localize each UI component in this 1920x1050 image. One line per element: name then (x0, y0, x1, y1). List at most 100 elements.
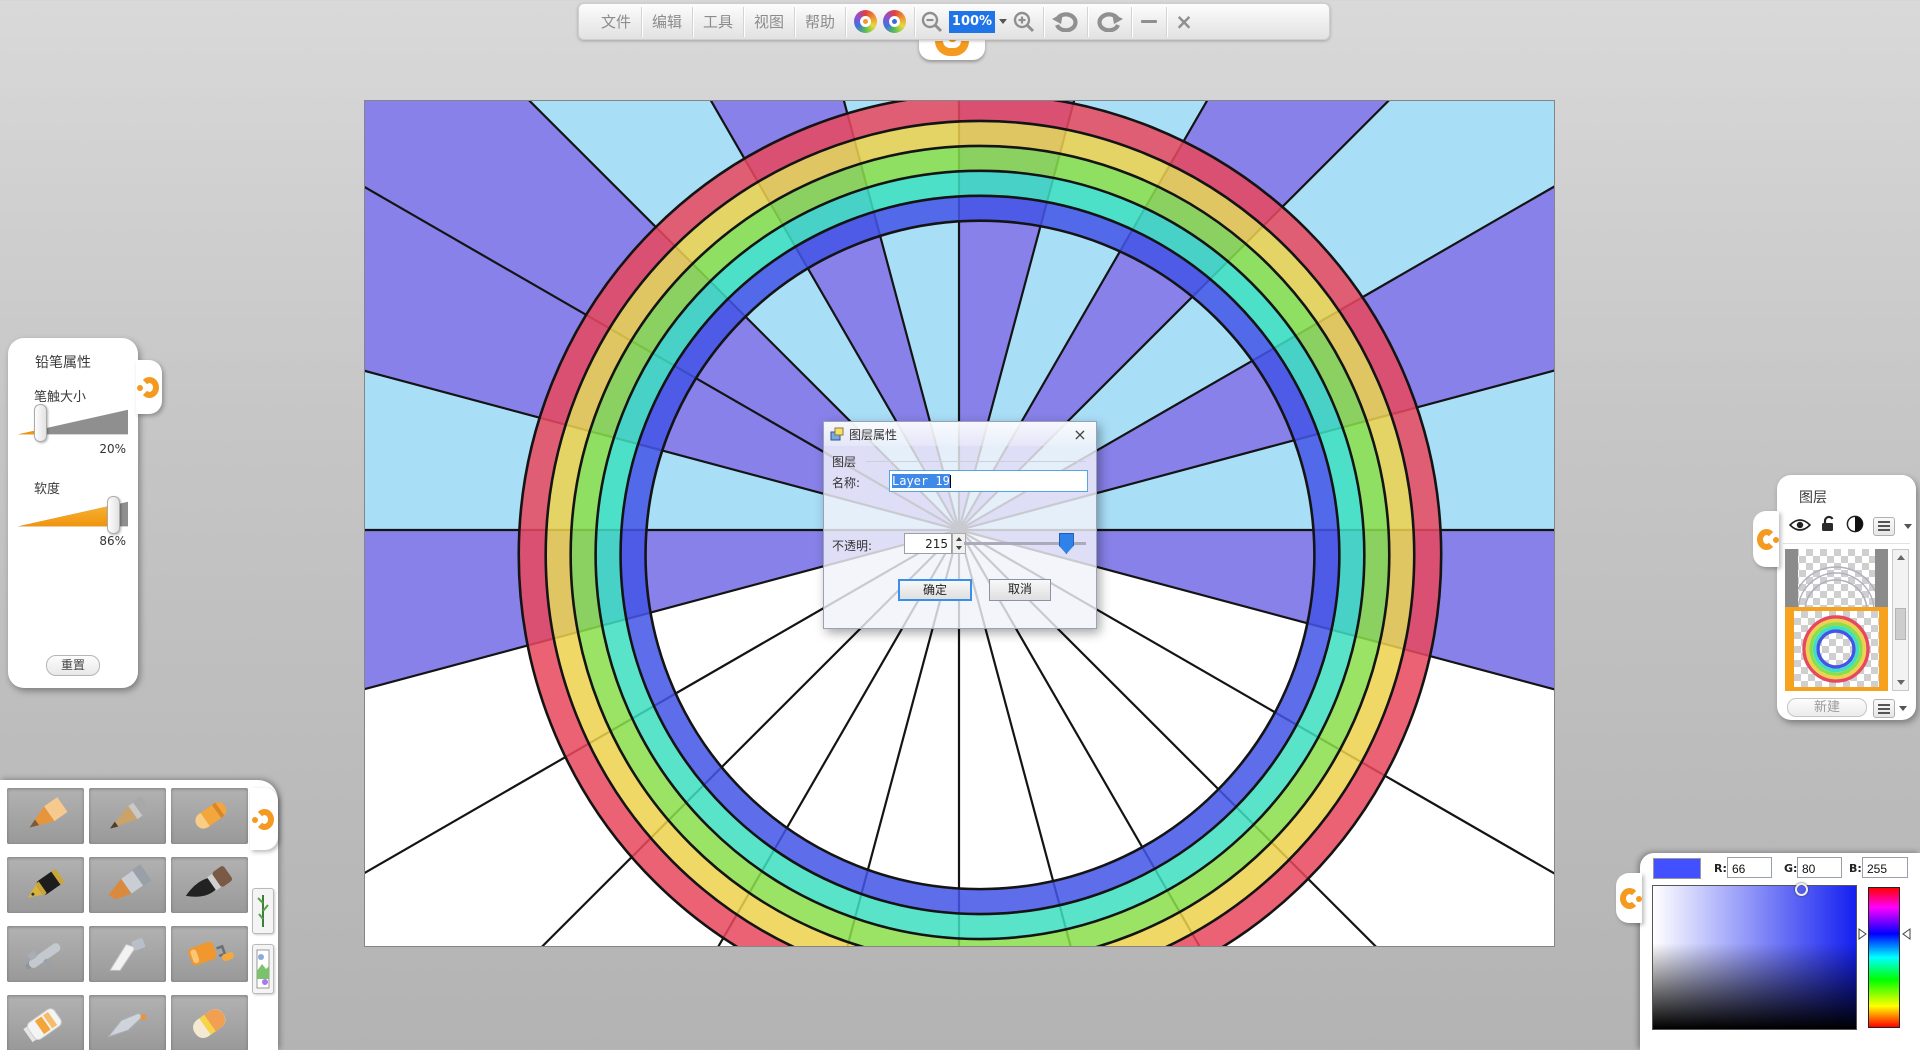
hue-marker-left[interactable] (1858, 928, 1867, 940)
palette-collapse-tab[interactable] (250, 788, 278, 850)
dialog-title: 图层属性 (849, 426, 897, 443)
brush-size-value: 20% (18, 442, 126, 456)
menu-tools[interactable]: 工具 (693, 11, 743, 32)
cancel-button[interactable]: 取消 (989, 579, 1051, 601)
scrollbar-thumb[interactable] (1895, 608, 1906, 640)
menu-edit[interactable]: 编辑 (642, 11, 692, 32)
redo-button[interactable] (1088, 4, 1131, 39)
green-label: G: (1784, 862, 1797, 875)
toolbar-separator (845, 7, 846, 37)
tool-palette-knife[interactable] (89, 926, 166, 982)
layer-menu-caret[interactable] (1904, 524, 1912, 529)
layer-thumbnail-sketch[interactable] (1785, 549, 1888, 607)
layers-panel-title: 图层 (1799, 487, 1827, 507)
saturation-value-gradient[interactable] (1652, 885, 1857, 1030)
tool-sharp-pencil[interactable] (7, 788, 84, 844)
clown-ear-icon (1757, 529, 1776, 550)
softness-value: 86% (18, 534, 126, 548)
layers-panel-collapse-tab[interactable] (1753, 511, 1779, 567)
zoom-out-button[interactable] (921, 4, 943, 39)
nature-brushes-button[interactable] (252, 888, 274, 934)
brush-size-label: 笔触大小 (34, 386, 86, 405)
opacity-slider-track[interactable] (964, 542, 1086, 545)
menu-file[interactable]: 文件 (591, 11, 641, 32)
close-button[interactable]: × (1167, 10, 1201, 34)
color-panel-collapse-tab[interactable] (1616, 873, 1642, 923)
layers-bottom-menu-button[interactable] (1873, 699, 1895, 718)
tool-paint-roller[interactable] (171, 926, 248, 982)
clown-ear-icon (140, 377, 159, 398)
green-input[interactable] (1797, 857, 1842, 878)
tool-fountain-pen[interactable] (7, 857, 84, 913)
softness-label: 软度 (34, 478, 60, 497)
mascot-clown-tab[interactable] (919, 39, 985, 60)
zoom-level-value[interactable]: 100% (949, 11, 995, 33)
sticker-stamps-button[interactable] (252, 944, 274, 994)
hue-bar[interactable] (1868, 887, 1900, 1028)
clown-ear-icon (255, 809, 274, 830)
tool-paint-tube[interactable] (7, 995, 84, 1050)
zoom-in-button[interactable] (1013, 4, 1035, 39)
tools-palette-panel (0, 780, 278, 1050)
blue-input[interactable] (1862, 857, 1908, 878)
softness-handle[interactable] (107, 496, 120, 534)
layer-thumbnail-rainbow-selected[interactable] (1785, 607, 1888, 691)
group-rule (866, 461, 1086, 462)
clown-palette-icon[interactable] (851, 4, 880, 39)
opacity-label: 不透明: (832, 537, 872, 554)
menu-view[interactable]: 视图 (744, 11, 794, 32)
tool-airbrush[interactable] (7, 926, 84, 982)
gradient-cursor[interactable] (1795, 883, 1808, 896)
undo-button[interactable] (1044, 4, 1087, 39)
reset-button[interactable]: 重置 (46, 655, 100, 676)
clown-ear-icon (1620, 888, 1639, 909)
brush-size-slider[interactable] (18, 408, 128, 438)
blue-label: B: (1849, 862, 1862, 875)
toolbar-separator (914, 7, 915, 37)
layer-opacity-contrast-icon[interactable] (1846, 515, 1864, 537)
new-layer-button[interactable]: 新建 (1787, 698, 1867, 717)
layer-lock-icon[interactable] (1820, 515, 1837, 537)
layer-properties-icon (830, 427, 844, 441)
name-label: 名称: (832, 474, 860, 491)
layer-menu-button[interactable] (1873, 517, 1895, 536)
red-input[interactable] (1727, 857, 1772, 878)
layers-separator (1783, 543, 1910, 544)
hue-marker-right[interactable] (1902, 928, 1911, 940)
scroll-up-arrow[interactable] (1897, 555, 1905, 560)
tool-flat-brush[interactable] (89, 857, 166, 913)
current-color-swatch[interactable] (1653, 858, 1701, 879)
tool-wood-pencil[interactable] (89, 788, 166, 844)
tool-eraser[interactable] (171, 995, 248, 1050)
pencil-panel-title: 铅笔属性 (35, 352, 91, 372)
selected-text: Layer 19 (892, 474, 950, 488)
dialog-close-icon[interactable]: × (1072, 425, 1088, 444)
tool-crayon[interactable] (171, 788, 248, 844)
dialog-titlebar[interactable]: 图层属性 (824, 422, 1096, 446)
pencil-panel-collapse-tab[interactable] (136, 360, 162, 414)
softness-slider[interactable] (18, 500, 128, 530)
opacity-input[interactable]: 215 (904, 533, 952, 554)
main-toolbar: 文件 编辑 工具 视图 帮助 100% × (578, 3, 1330, 40)
layers-scrollbar[interactable] (1892, 549, 1909, 691)
layer-visibility-eye-icon[interactable] (1789, 517, 1811, 536)
tool-ink-brush[interactable] (171, 857, 248, 913)
clown-smile-icon (935, 41, 969, 56)
minimize-button[interactable] (1132, 4, 1166, 39)
layer-properties-dialog: 图层属性 × 图层 名称: Layer 19 不透明: 215 确定 取消 (823, 421, 1097, 629)
layer-group-label: 图层 (832, 453, 856, 470)
pencil-properties-panel: 铅笔属性 笔触大小 20% 软度 86% 重置 (8, 338, 138, 688)
brush-size-handle[interactable] (34, 404, 47, 442)
layer-name-input[interactable]: Layer 19 (889, 470, 1088, 492)
layers-panel: 图层 新建 (1777, 475, 1916, 720)
menu-help[interactable]: 帮助 (795, 11, 845, 32)
tool-dip-pen[interactable] (89, 995, 166, 1050)
color-picker-panel: R: G: B: (1640, 853, 1920, 1050)
layers-bottom-menu-caret[interactable] (1899, 706, 1907, 711)
color-wheel-icon[interactable] (880, 4, 909, 39)
scroll-down-arrow[interactable] (1897, 680, 1905, 685)
zoom-dropdown-caret[interactable] (999, 19, 1007, 24)
red-label: R: (1714, 862, 1727, 875)
opacity-slider-thumb[interactable] (1059, 533, 1074, 554)
ok-button[interactable]: 确定 (898, 579, 972, 601)
